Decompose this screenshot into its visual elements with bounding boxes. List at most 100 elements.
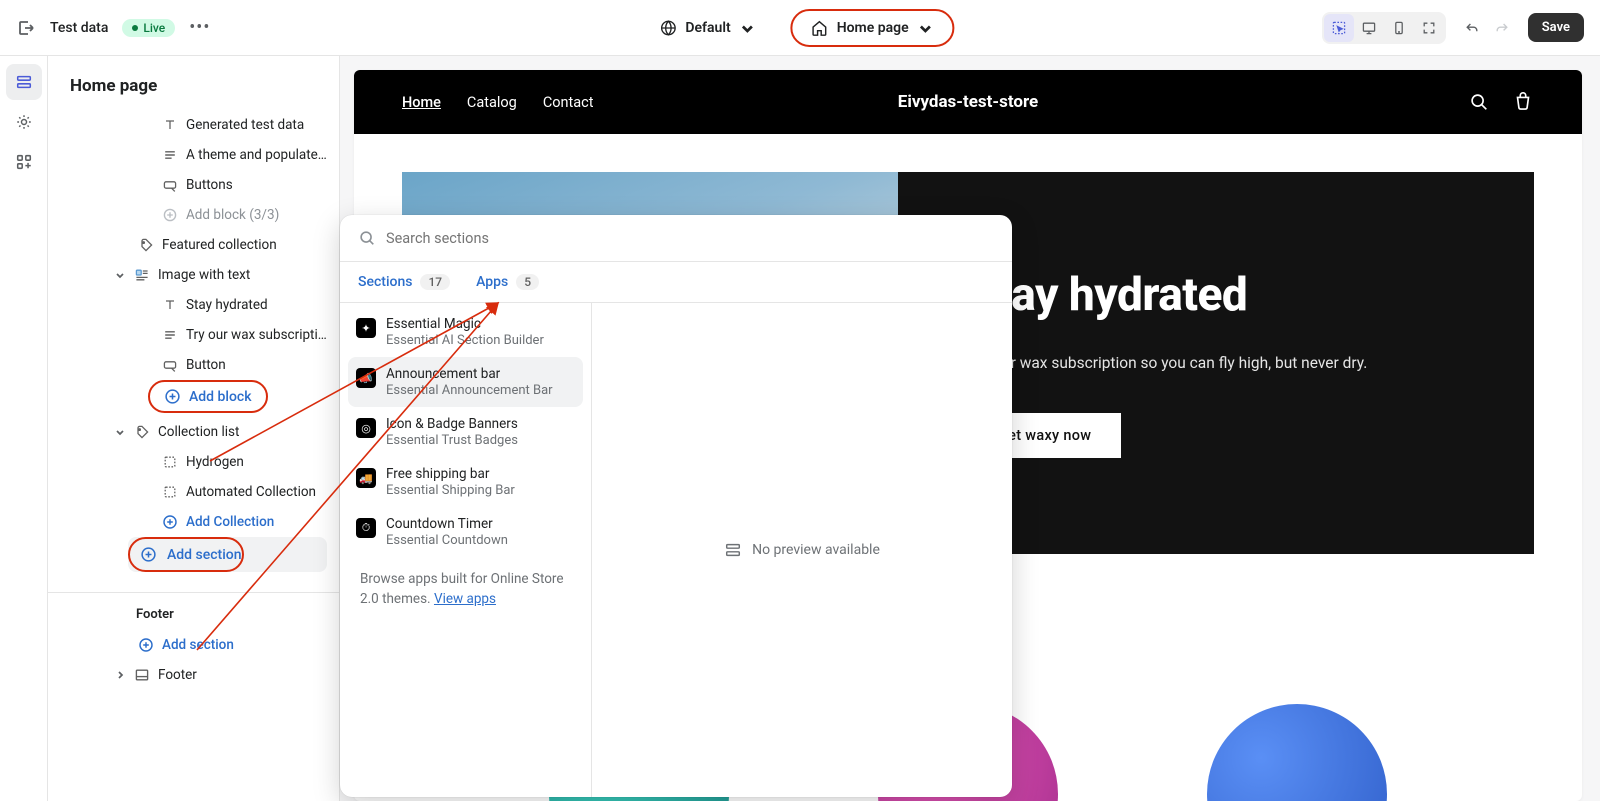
plus-circle-icon xyxy=(138,637,154,653)
section-collection-list[interactable]: Collection list xyxy=(48,417,339,447)
sidebar: Home page Generated test data A theme an… xyxy=(48,56,340,801)
device-desktop[interactable] xyxy=(1354,14,1384,42)
more-icon[interactable]: ••• xyxy=(189,17,210,38)
globe-icon xyxy=(659,19,677,37)
block-try-wax[interactable]: Try our wax subscription s... xyxy=(48,320,339,350)
plus-circle-icon xyxy=(162,514,178,530)
page-title: Home page xyxy=(48,56,339,110)
app-item[interactable]: ◎ Icon & Badge Banners Essential Trust B… xyxy=(348,407,583,457)
add-collection-button[interactable]: Add Collection xyxy=(48,507,339,537)
section-featured-collection[interactable]: Featured collection xyxy=(48,230,339,260)
device-group xyxy=(1322,12,1446,44)
store-header-actions xyxy=(1468,91,1534,113)
rail-apps[interactable] xyxy=(6,144,42,180)
exit-icon[interactable] xyxy=(16,18,36,38)
tab-apps[interactable]: Apps 5 xyxy=(476,274,539,290)
undo-redo-group xyxy=(1458,14,1516,42)
app-item[interactable]: 📣 Announcement bar Essential Announcemen… xyxy=(348,357,583,407)
highlight-circle xyxy=(128,537,244,572)
chevron-down-icon xyxy=(114,426,126,438)
device-mobile[interactable] xyxy=(1384,14,1414,42)
app-icon: 🚚 xyxy=(356,468,376,488)
no-preview-label: No preview available xyxy=(752,542,880,558)
tab-sections[interactable]: Sections 17 xyxy=(358,274,450,290)
image-text-icon xyxy=(134,267,150,283)
paragraph-icon xyxy=(162,147,178,163)
hero-text: Try our wax subscription so you can fly … xyxy=(968,350,1464,376)
tag-icon xyxy=(138,237,154,253)
rail-settings[interactable] xyxy=(6,104,42,140)
app-item[interactable]: ✦ Essential Magic Essential AI Section B… xyxy=(348,307,583,357)
popover-tabs: Sections 17 Apps 5 xyxy=(340,262,1012,303)
tag-icon xyxy=(134,424,150,440)
store-name: Test data xyxy=(50,20,108,36)
popover-search-bar xyxy=(340,215,1012,262)
store-logo-title[interactable]: Eivydas-test-store xyxy=(898,92,1038,112)
template-selector[interactable]: Home page xyxy=(791,9,955,47)
paragraph-icon xyxy=(162,327,178,343)
app-name: Icon & Badge Banners xyxy=(386,416,518,432)
section-picker-popover: Sections 17 Apps 5 ✦ Essential Magic Ess… xyxy=(340,215,1012,797)
block-buttons[interactable]: Buttons xyxy=(48,170,339,200)
app-item[interactable]: 🚚 Free shipping bar Essential Shipping B… xyxy=(348,457,583,507)
block-button[interactable]: Button xyxy=(48,350,339,380)
inspector-toggle[interactable] xyxy=(1324,14,1354,42)
topbar: Test data Live ••• Default Home page Sav… xyxy=(0,0,1600,56)
app-name: Free shipping bar xyxy=(386,466,515,482)
search-icon xyxy=(358,229,376,247)
footer-add-section-button[interactable]: Add section xyxy=(48,630,339,660)
plus-circle-icon xyxy=(162,207,178,223)
nav-home[interactable]: Home xyxy=(402,94,441,111)
chevron-down-icon xyxy=(917,19,935,37)
device-fullscreen[interactable] xyxy=(1414,14,1444,42)
store-header: Home Catalog Contact Eivydas-test-store xyxy=(354,70,1582,134)
sidebar-tree: Generated test data A theme and populate… xyxy=(48,110,339,801)
block-theme-populated[interactable]: A theme and populated tes... xyxy=(48,140,339,170)
popover-app-list: ✦ Essential Magic Essential AI Section B… xyxy=(340,303,592,797)
app-subtitle: Essential Shipping Bar xyxy=(386,483,515,498)
circle-3 xyxy=(1207,704,1387,801)
add-block-disabled: Add block (3/3) xyxy=(48,200,339,230)
add-block-button[interactable]: Add block xyxy=(148,380,268,413)
app-item[interactable]: ⏱ Countdown Timer Essential Countdown xyxy=(348,507,583,557)
viewport-selector[interactable]: Default xyxy=(645,13,770,43)
undo-button[interactable] xyxy=(1458,14,1486,42)
rail-sections[interactable] xyxy=(6,64,42,100)
hero-heading: Stay hydrated xyxy=(968,268,1464,322)
nav-contact[interactable]: Contact xyxy=(543,94,594,111)
redo-button[interactable] xyxy=(1488,14,1516,42)
section-footer[interactable]: Footer xyxy=(48,660,339,690)
nav-catalog[interactable]: Catalog xyxy=(467,94,517,111)
block-stay-hydrated[interactable]: Stay hydrated xyxy=(48,290,339,320)
live-badge: Live xyxy=(122,19,175,37)
app-subtitle: Essential Trust Badges xyxy=(386,433,518,448)
popover-preview-pane: No preview available xyxy=(592,303,1012,797)
chevron-down-icon xyxy=(114,269,126,281)
app-name: Countdown Timer xyxy=(386,516,508,532)
app-subtitle: Essential Announcement Bar xyxy=(386,383,553,398)
app-icon: ◎ xyxy=(356,418,376,438)
add-section-button[interactable]: Add section xyxy=(128,537,327,572)
text-icon xyxy=(162,117,178,133)
plus-circle-icon xyxy=(164,388,181,405)
popover-body: ✦ Essential Magic Essential AI Section B… xyxy=(340,303,1012,797)
section-search-input[interactable] xyxy=(386,230,994,247)
view-apps-link[interactable]: View apps xyxy=(434,591,496,607)
footer-icon xyxy=(134,667,150,683)
chevron-down-icon xyxy=(739,19,757,37)
footer-heading: Footer xyxy=(48,593,339,630)
app-subtitle: Essential AI Section Builder xyxy=(386,333,544,348)
save-button[interactable]: Save xyxy=(1528,13,1584,42)
app-name: Announcement bar xyxy=(386,366,553,382)
app-icon: 📣 xyxy=(356,368,376,388)
home-icon xyxy=(811,19,829,37)
collection-icon xyxy=(162,484,178,500)
topbar-left: Test data Live ••• xyxy=(16,17,210,38)
search-icon[interactable] xyxy=(1468,91,1490,113)
block-hydrogen[interactable]: Hydrogen xyxy=(48,447,339,477)
cart-icon[interactable] xyxy=(1512,91,1534,113)
topbar-right: Save xyxy=(1322,12,1584,44)
section-image-with-text[interactable]: Image with text xyxy=(48,260,339,290)
block-generated-data[interactable]: Generated test data xyxy=(48,110,339,140)
block-automated[interactable]: Automated Collection xyxy=(48,477,339,507)
